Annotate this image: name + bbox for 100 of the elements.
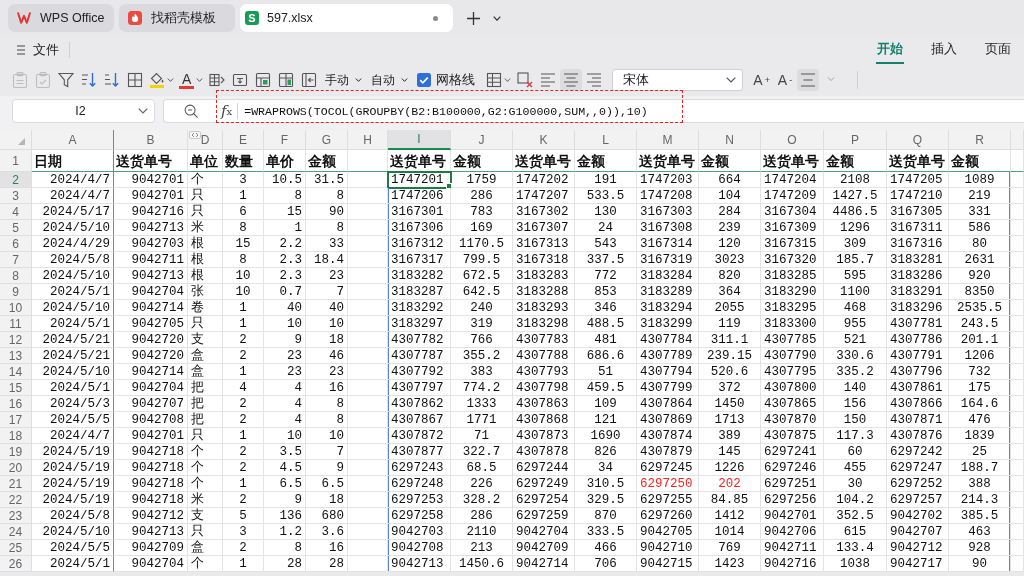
formula-field[interactable]: =WRAPROWS(TOCOL(GROUPBY(B2:B100000,G2:G100000,SUM,,0)),10) [244, 104, 648, 118]
font-field[interactable]: 宋体 [612, 69, 744, 91]
table-cell: 2.3 [264, 252, 306, 268]
table-cell: 9042713 [114, 220, 188, 236]
column-header[interactable]: E [223, 130, 264, 150]
column-header[interactable]: A [32, 130, 114, 150]
table-cell: 盒 [188, 364, 223, 380]
row-number[interactable]: 2 [0, 172, 32, 188]
grow-font-button[interactable]: A$^{+}$ [750, 69, 773, 91]
table-cell: 9042713 [114, 268, 188, 284]
row-number[interactable]: 8 [0, 268, 32, 284]
column-header[interactable]: B [114, 130, 188, 150]
table-cell: 664 [699, 172, 761, 188]
empty-cell [1011, 396, 1024, 412]
column-header[interactable]: P [824, 130, 887, 150]
row-number[interactable]: 16 [0, 396, 32, 412]
row-number[interactable]: 21 [0, 476, 32, 492]
row-number[interactable]: 18 [0, 428, 32, 444]
column-header[interactable]: J [451, 130, 513, 150]
row-number[interactable]: 1 [0, 150, 32, 172]
column-header[interactable]: O [761, 130, 824, 150]
table-cell: 2024/5/10 [32, 524, 114, 540]
empty-cell [348, 300, 388, 316]
column-header[interactable]: K [513, 130, 575, 150]
checkbox[interactable] [417, 73, 432, 87]
chevron-down-icon [726, 77, 737, 83]
table-cell: 1423 [699, 556, 761, 572]
fill-handle[interactable] [446, 183, 452, 189]
chevron-down-icon[interactable] [493, 15, 501, 21]
table-cell: 4 [264, 412, 306, 428]
column-header[interactable]: D [188, 130, 223, 150]
row-number[interactable]: 20 [0, 460, 32, 476]
ribbon-tab[interactable]: 开始 [876, 36, 904, 64]
row-number[interactable]: 11 [0, 316, 32, 332]
column-header[interactable]: I [388, 130, 451, 150]
row-number[interactable]: 9 [0, 284, 32, 300]
row-number[interactable]: 19 [0, 444, 32, 460]
zoom-button[interactable] [184, 103, 199, 119]
shrink-font-button[interactable]: A$^{-}$ [773, 69, 796, 91]
table-cell: 4307869 [637, 412, 699, 428]
app-tab[interactable]: 找稻壳模板 [119, 4, 235, 32]
row-number[interactable]: 23 [0, 508, 32, 524]
table-cell: 2024/5/19 [32, 444, 114, 460]
row-number[interactable]: 4 [0, 204, 32, 220]
row-number[interactable]: 14 [0, 364, 32, 380]
table-cell: 680 [306, 508, 348, 524]
column-header[interactable]: N [699, 130, 761, 150]
table-cell: 4 [264, 380, 306, 396]
row-number[interactable]: 13 [0, 348, 32, 364]
row-number[interactable]: 25 [0, 540, 32, 556]
row-number[interactable]: 24 [0, 524, 32, 540]
column-header[interactable]: G [306, 130, 348, 150]
column-header[interactable]: Q [887, 130, 949, 150]
table-cell: 3183297 [388, 316, 451, 332]
row-number[interactable]: 26 [0, 556, 32, 572]
table-cell: 个 [188, 444, 223, 460]
empty-cell [348, 236, 388, 252]
caret-icon [196, 78, 204, 82]
ribbon-tab[interactable]: 插入 [930, 36, 958, 64]
row-number[interactable]: 10 [0, 300, 32, 316]
row-number[interactable]: 22 [0, 492, 32, 508]
dropdown-button[interactable]: 手动 [321, 69, 367, 91]
checkbox-label[interactable]: 网格线 [436, 71, 476, 89]
table-cell: 9042701 [761, 508, 824, 524]
ribbon-tab[interactable]: 页面 [984, 36, 1012, 64]
table-cell: 9042701 [114, 428, 188, 444]
table-icon [255, 72, 272, 88]
table-cell: 金额 [699, 150, 761, 172]
empty-cell [1011, 348, 1024, 364]
row-number[interactable]: 7 [0, 252, 32, 268]
column-header[interactable]: R [949, 130, 1011, 150]
line-spacing-button[interactable] [796, 69, 819, 91]
column-header[interactable]: L [575, 130, 637, 150]
row-number[interactable]: 17 [0, 412, 32, 428]
font-color-button[interactable]: A [177, 69, 206, 91]
file-menu-button[interactable]: 文件 [17, 39, 59, 61]
column-header[interactable]: F [264, 130, 306, 150]
name-box[interactable]: I2 [12, 99, 155, 123]
table-cell: 1226 [699, 460, 761, 476]
table-cell: 586 [949, 220, 1011, 236]
table-cell: 51 [575, 364, 637, 380]
dropdown-button[interactable]: 自动 [367, 69, 413, 91]
row-number[interactable]: 6 [0, 236, 32, 252]
row-number[interactable]: 5 [0, 220, 32, 236]
table-cell: 319 [451, 316, 513, 332]
column-header[interactable]: H [348, 130, 388, 150]
column-header[interactable]: M [637, 130, 699, 150]
table-cell: 346 [575, 300, 637, 316]
app-tab[interactable]: WPS Office [8, 4, 114, 32]
table-cell: 4307797 [388, 380, 451, 396]
table-cell: 6297241 [761, 444, 824, 460]
row-number[interactable]: 12 [0, 332, 32, 348]
app-tab[interactable]: S 597.xlsx [240, 4, 453, 32]
table-cell: 9042713 [114, 524, 188, 540]
row-number[interactable]: 15 [0, 380, 32, 396]
row-number[interactable]: 3 [0, 188, 32, 204]
table-cell: 4307867 [388, 412, 451, 428]
plus-icon[interactable] [467, 11, 480, 25]
hidden-column-icon[interactable] [189, 131, 201, 139]
align-center-button[interactable] [560, 69, 583, 91]
